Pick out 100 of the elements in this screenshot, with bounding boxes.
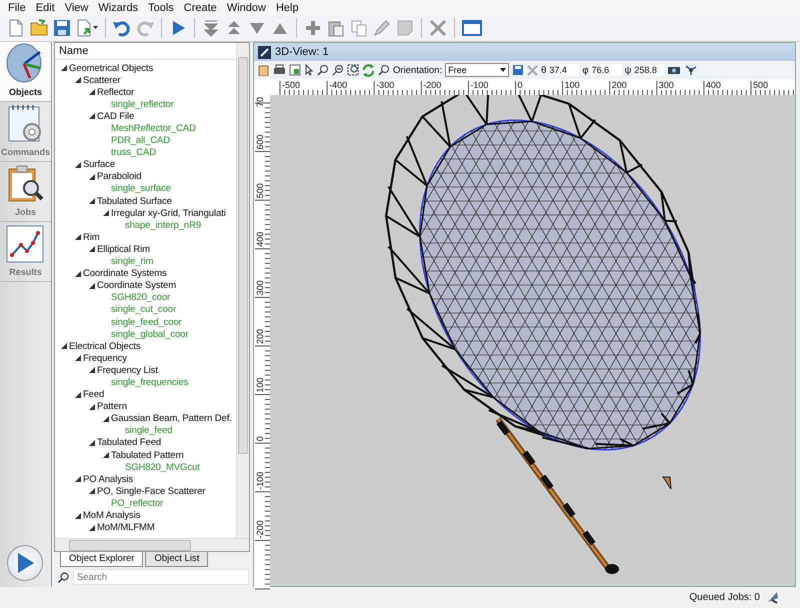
expanded-arrow-icon[interactable] — [88, 404, 95, 410]
expanded-arrow-icon[interactable] — [60, 65, 67, 72]
expanded-arrow-icon[interactable] — [88, 488, 95, 494]
expanded-arrow-icon[interactable] — [102, 210, 109, 216]
expanded-arrow-icon[interactable] — [88, 89, 95, 96]
orientation-dropdown[interactable]: Free — [445, 63, 510, 77]
satellite-dish-icon[interactable] — [766, 590, 780, 604]
pencil-icon[interactable] — [372, 18, 392, 38]
category-item[interactable]: Frequency List — [96, 364, 158, 376]
column-header[interactable]: Name — [54, 43, 236, 60]
object-item[interactable]: single_frequencies — [110, 376, 188, 388]
object-item[interactable]: PO_reflector — [110, 498, 164, 509]
pointer-icon[interactable] — [304, 64, 314, 76]
axes-icon[interactable] — [684, 64, 698, 76]
expanded-arrow-icon[interactable] — [74, 77, 81, 84]
menu-item[interactable]: File — [4, 2, 30, 14]
object-item[interactable]: single_feed_coor — [110, 316, 182, 328]
category-item[interactable]: CAD File — [96, 110, 134, 122]
category-item[interactable]: Elliptical Rim — [96, 244, 150, 255]
search-field[interactable]: Search — [72, 569, 249, 585]
category-item[interactable]: Gaussian Beam, Pattern Def. — [110, 413, 232, 424]
camera-icon[interactable] — [667, 64, 682, 76]
object-item[interactable]: SGH820_coor — [110, 292, 170, 304]
object-item[interactable]: single_rim — [110, 256, 154, 268]
category-item[interactable]: Irregular xy-Grid, Triangulati — [110, 208, 226, 219]
nav-tab[interactable]: Objects — [0, 42, 51, 102]
category-item[interactable]: Tabulated Surface — [96, 196, 172, 207]
horizontal-scrollbar[interactable] — [54, 538, 249, 551]
object-item[interactable]: single_surface — [110, 183, 171, 194]
menu-item[interactable]: Edit — [32, 2, 59, 14]
expanded-arrow-icon[interactable] — [74, 476, 81, 482]
category-item[interactable]: Surface — [82, 159, 116, 170]
expanded-arrow-icon[interactable] — [74, 512, 81, 519]
window-icon[interactable] — [461, 18, 483, 38]
menu-item[interactable]: Window — [222, 2, 270, 14]
object-item[interactable]: single_reflector — [110, 98, 174, 110]
expanded-arrow-icon[interactable] — [74, 392, 81, 398]
3d-viewport[interactable] — [270, 95, 795, 586]
clipboard-icon[interactable] — [258, 64, 270, 76]
category-item[interactable]: Frequency — [82, 352, 127, 364]
expanded-arrow-icon[interactable] — [102, 416, 109, 422]
category-item[interactable]: MoM/MLFMM — [96, 522, 155, 534]
category-item[interactable]: Scatterer — [82, 74, 121, 86]
angle-field[interactable]: 37.4 — [547, 64, 580, 76]
open-folder-icon[interactable] — [29, 18, 49, 38]
menu-item[interactable]: Tools — [144, 2, 178, 14]
save-icon[interactable] — [512, 64, 524, 76]
menu-item[interactable]: Wizards — [94, 2, 142, 14]
category-item[interactable]: Rim — [82, 232, 100, 243]
category-item[interactable]: Pattern — [96, 401, 127, 412]
expanded-arrow-icon[interactable] — [88, 440, 95, 446]
expanded-arrow-icon[interactable] — [74, 270, 81, 277]
object-item[interactable]: single_feed — [124, 425, 172, 436]
angle-field[interactable]: 76.6 — [590, 64, 622, 76]
object-item[interactable]: single_cut_coor — [110, 304, 176, 316]
category-item[interactable]: Tabulated Pattern — [110, 450, 184, 461]
zoom-box-icon[interactable] — [347, 64, 359, 76]
object-item[interactable]: truss_CAD — [110, 147, 156, 158]
expanded-arrow-icon[interactable] — [88, 246, 95, 252]
print-icon[interactable] — [273, 64, 286, 76]
export-icon[interactable] — [75, 18, 99, 38]
panel-tab[interactable]: Object List — [145, 552, 208, 567]
expanded-arrow-icon[interactable] — [102, 452, 109, 458]
object-item[interactable]: MeshReflector_CAD — [110, 123, 196, 134]
menu-item[interactable]: Create — [180, 2, 221, 14]
expanded-arrow-icon[interactable] — [88, 367, 95, 374]
export-image-icon[interactable] — [289, 64, 301, 76]
expanded-arrow-icon[interactable] — [88, 113, 95, 120]
angle-field[interactable]: 258.8 — [632, 64, 664, 76]
expanded-arrow-icon[interactable] — [74, 162, 81, 168]
category-item[interactable]: Paraboloid — [96, 171, 142, 182]
move-to-bottom-icon[interactable] — [201, 18, 221, 38]
category-item[interactable]: Coordinate Systems — [82, 268, 167, 280]
object-item[interactable]: single_global_coor — [110, 328, 188, 340]
expanded-arrow-icon[interactable] — [88, 174, 95, 180]
add-icon[interactable] — [303, 18, 323, 38]
zoom-icon[interactable] — [317, 64, 329, 76]
zoom-icon[interactable] — [378, 64, 390, 76]
object-item[interactable]: SGH820_MVGcut — [124, 462, 200, 473]
object-item[interactable]: shape_interp_nR9 — [124, 220, 202, 231]
category-item[interactable]: Electrical Objects — [68, 340, 141, 352]
expanded-arrow-icon[interactable] — [88, 282, 95, 289]
vertical-scrollbar[interactable] — [236, 43, 249, 538]
category-item[interactable]: MoM Analysis — [82, 510, 140, 522]
run-button[interactable] — [7, 545, 44, 581]
panel-tab[interactable]: Object Explorer — [60, 552, 144, 567]
category-item[interactable]: Geometrical Objects — [68, 62, 154, 74]
menu-item[interactable]: Help — [272, 2, 303, 14]
expanded-arrow-icon[interactable] — [88, 524, 95, 531]
delete-icon[interactable] — [428, 18, 448, 38]
expanded-arrow-icon[interactable] — [74, 355, 81, 362]
save-icon[interactable] — [52, 18, 72, 38]
category-item[interactable]: Tabulated Feed — [96, 437, 162, 448]
expanded-arrow-icon[interactable] — [60, 343, 67, 350]
category-item[interactable]: Coordinate System — [96, 280, 176, 292]
zoom-out-icon[interactable] — [332, 64, 344, 76]
expanded-arrow-icon[interactable] — [74, 234, 81, 240]
category-item[interactable]: Reflector — [96, 86, 134, 98]
category-item[interactable]: PO Analysis — [82, 474, 134, 485]
category-item[interactable]: Feed — [82, 389, 104, 400]
